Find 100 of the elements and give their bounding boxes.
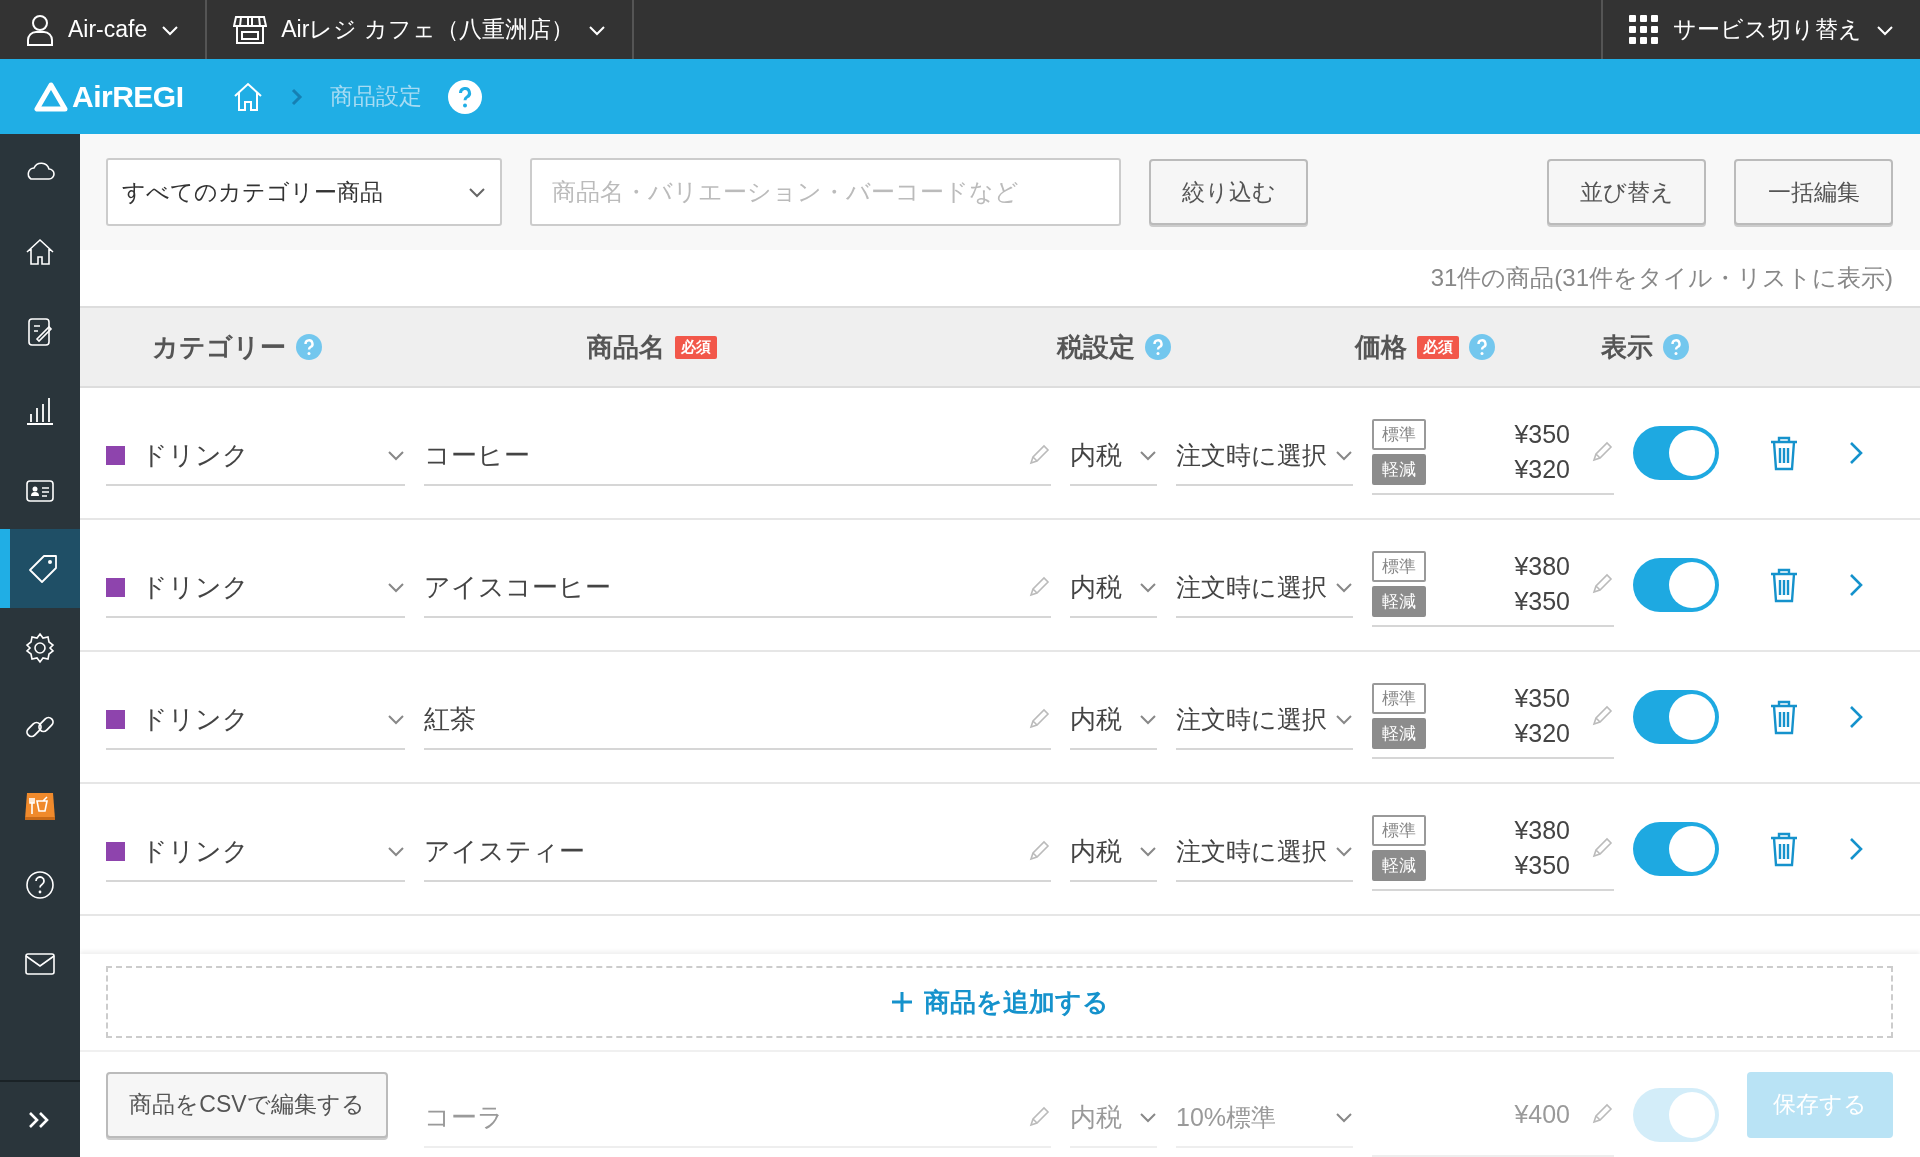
chevron-down-icon (387, 449, 405, 461)
pencil-icon[interactable] (1590, 1102, 1614, 1126)
search-field[interactable]: 商品名・バリエーション・バーコードなど (530, 158, 1121, 226)
trash-icon[interactable] (1768, 831, 1799, 867)
chevron-down-icon (1335, 713, 1353, 725)
chevron-down-icon (1139, 1111, 1157, 1123)
store-icon (233, 14, 268, 45)
product-name: 紅茶 (424, 702, 476, 736)
visibility-toggle[interactable] (1633, 558, 1719, 612)
help-icon[interactable] (296, 334, 322, 360)
tax-label: 内税 (1070, 570, 1122, 604)
chevron-down-icon (1335, 449, 1353, 461)
visibility-toggle[interactable] (1633, 690, 1719, 744)
chevron-down-icon (387, 713, 405, 725)
user-icon (26, 13, 54, 46)
price-value: ¥350 (1514, 851, 1570, 880)
tax-rate-label: 注文時に選択 (1176, 571, 1327, 603)
chevron-down-icon (387, 845, 405, 857)
grid-icon (1629, 14, 1659, 45)
help-icon[interactable] (1469, 334, 1495, 360)
tax-tag: 標準 (1372, 419, 1426, 450)
trash-icon[interactable] (1768, 699, 1799, 735)
price-value: ¥380 (1514, 816, 1570, 845)
price-value: ¥380 (1514, 552, 1570, 581)
product-name: コーヒー (424, 438, 530, 472)
caret-icon (587, 23, 606, 36)
product-name: コーラ (424, 1100, 504, 1134)
product-name: アイスコーヒー (424, 570, 611, 604)
csv-edit-button[interactable]: 商品をCSVで編集する (106, 1071, 388, 1138)
category-label: ドリンク (141, 702, 249, 736)
category-filter-label: すべてのカテゴリー商品 (122, 177, 383, 207)
chevron-down-icon (1335, 845, 1353, 857)
pencil-icon[interactable] (1027, 575, 1051, 599)
price-value: ¥350 (1514, 587, 1570, 616)
tax-select[interactable]: 内税 (1070, 816, 1157, 882)
tax-label: 内税 (1070, 438, 1122, 472)
logo-text: AirREGI (72, 79, 184, 114)
category-select[interactable]: ドリンク (106, 684, 405, 750)
tax-label: 内税 (1070, 1100, 1122, 1134)
tax-rate-label: 注文時に選択 (1176, 439, 1327, 471)
category-label: ドリンク (141, 570, 249, 604)
visibility-toggle[interactable] (1633, 822, 1719, 876)
tax-select[interactable]: 内税 (1070, 420, 1157, 486)
tax-select[interactable]: 内税 (1070, 684, 1157, 750)
tax-rate-label: 注文時に選択 (1176, 703, 1327, 735)
required-badge: 必須 (675, 335, 717, 359)
chevron-right-icon (289, 86, 304, 107)
tax-rate-select[interactable]: 注文時に選択 (1176, 552, 1353, 618)
column-header: 価格 (1355, 330, 1407, 364)
column-header: 表示 (1601, 330, 1653, 364)
tax-tag: 軽減 (1372, 718, 1426, 749)
pencil-icon[interactable] (1027, 839, 1051, 863)
tax-tag: 軽減 (1372, 586, 1426, 617)
caret-icon (161, 23, 180, 36)
price-value: ¥350 (1514, 684, 1570, 713)
caret-icon (1876, 23, 1894, 36)
settings-icon (23, 630, 57, 665)
pencil-icon[interactable] (1590, 572, 1614, 596)
trash-icon[interactable] (1768, 435, 1799, 471)
price-value: ¥400 (1514, 1099, 1570, 1129)
tax-rate-select[interactable]: 注文時に選択 (1176, 816, 1353, 882)
chevron-down-icon (1139, 713, 1157, 725)
chevron-right-icon[interactable] (1848, 836, 1864, 862)
price-value: ¥350 (1514, 420, 1570, 449)
visibility-toggle[interactable] (1633, 426, 1719, 480)
tax-tag: 標準 (1372, 815, 1426, 846)
tax-rate-select[interactable]: 注文時に選択 (1176, 684, 1353, 750)
pencil-icon[interactable] (1590, 704, 1614, 728)
category-select[interactable]: ドリンク (106, 552, 405, 618)
pencil-icon[interactable] (1590, 440, 1614, 464)
price-value: ¥320 (1514, 455, 1570, 484)
category-select[interactable]: ドリンク (106, 816, 405, 882)
visibility-toggle[interactable] (1633, 1088, 1719, 1142)
tax-tag: 軽減 (1372, 454, 1426, 485)
tax-rate-select[interactable]: 注文時に選択 (1176, 420, 1353, 486)
pencil-icon[interactable] (1027, 707, 1051, 731)
pencil-icon[interactable] (1590, 836, 1614, 860)
breadcrumb-current: 商品設定 (329, 82, 422, 111)
trash-icon[interactable] (1768, 567, 1799, 603)
tax-label: 内税 (1070, 834, 1122, 868)
help-icon[interactable] (1145, 334, 1171, 360)
chevron-right-icon[interactable] (1848, 572, 1864, 598)
help-icon[interactable] (447, 79, 482, 114)
category-select[interactable]: ドリンク (106, 420, 405, 486)
filter-button[interactable]: 絞り込む (1149, 159, 1308, 225)
sort-button[interactable]: 並び替え (1547, 159, 1706, 225)
pencil-icon[interactable] (1027, 443, 1051, 467)
product-name: アイスティー (424, 834, 585, 868)
column-header: カテゴリー (152, 330, 286, 364)
help-icon[interactable] (1663, 334, 1689, 360)
column-header: 税設定 (1057, 330, 1135, 364)
sidebar-item[interactable] (0, 529, 80, 608)
bulk-edit-button[interactable]: 一括編集 (1734, 159, 1893, 225)
tax-select[interactable]: 内税 (1070, 552, 1157, 618)
chevron-right-icon[interactable] (1848, 440, 1864, 466)
chevron-down-icon (468, 186, 486, 198)
chevron-down-icon (1139, 581, 1157, 593)
chevron-right-icon[interactable] (1848, 704, 1864, 730)
pencil-icon[interactable] (1027, 1105, 1051, 1129)
category-filter-select[interactable]: すべてのカテゴリー商品 (106, 158, 502, 226)
